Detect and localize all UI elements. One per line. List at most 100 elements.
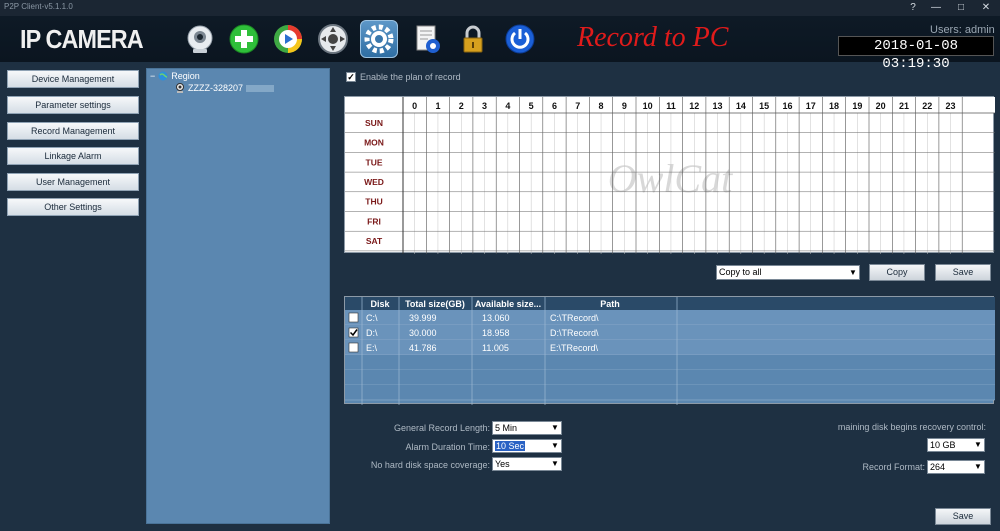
tree-node-region[interactable]: − Region (150, 71, 200, 81)
chevron-down-icon: ▼ (549, 458, 561, 470)
disk-path: E:\TRecord\ (550, 343, 599, 353)
day-label-sat: SAT (366, 236, 383, 246)
sidebar-item-linkage-alarm[interactable]: Linkage Alarm (7, 147, 139, 165)
copy-button[interactable]: Copy (869, 264, 925, 281)
enable-plan-row[interactable]: ✓ Enable the plan of record (346, 72, 461, 82)
hour-header-7: 7 (575, 101, 580, 111)
lock-icon[interactable] (454, 20, 492, 58)
watermark-text: OwlCat (608, 156, 733, 201)
sidebar-item-parameter-settings[interactable]: Parameter settings (7, 96, 139, 114)
recovery-control-select[interactable]: 10 GB ▼ (927, 438, 985, 452)
disk-row-bg (345, 355, 995, 370)
sidebar: Device Management Parameter settings Rec… (0, 62, 145, 531)
disk-name: C:\ (366, 313, 378, 323)
hour-header-3: 3 (482, 101, 487, 111)
disk-row-checkbox[interactable] (348, 312, 359, 323)
disk-row-bg (345, 370, 995, 385)
general-record-length-label: General Record Length: (393, 423, 490, 433)
day-label-mon: MON (364, 138, 384, 148)
log-icon[interactable] (408, 20, 446, 58)
disk-column-header: Path (600, 299, 620, 309)
help-button[interactable]: ? (905, 1, 921, 14)
hour-header-19: 19 (852, 101, 862, 111)
device-tree: − Region ZZZZ-328207 (146, 68, 330, 524)
header: IP CAMERA Record to PC Users: admin 2018… (0, 16, 1000, 72)
general-record-length-value: 5 Min (495, 423, 518, 433)
ptz-icon[interactable] (314, 20, 352, 58)
recovery-control-value: 10 GB (930, 440, 956, 450)
hour-header-1: 1 (435, 101, 440, 111)
window-titlebar: P2P Client-v5.1.1.0 ? — □ ✕ (0, 0, 1000, 16)
general-record-length-select[interactable]: 5 Min ▼ (492, 421, 562, 435)
save-schedule-button[interactable]: Save (935, 264, 991, 281)
datetime-display: 2018-01-08 03:19:30 (838, 36, 994, 72)
disk-table: Disk Total size(GB) Available size... Path C… (344, 296, 995, 405)
hour-header-0: 0 (412, 101, 417, 111)
tree-node-label: Region (171, 71, 200, 81)
disk-available-size: 11.005 (482, 343, 509, 353)
disk-total-size: 41.786 (409, 343, 437, 353)
sidebar-item-record-management[interactable]: Record Management (7, 122, 139, 140)
disk-available-size: 13.060 (482, 313, 510, 323)
hour-header-2: 2 (459, 101, 464, 111)
power-icon[interactable] (501, 20, 539, 58)
minimize-button[interactable]: — (928, 1, 944, 14)
page-banner: Record to PC (577, 22, 729, 53)
enable-plan-checkbox[interactable]: ✓ (346, 72, 356, 82)
settings-icon[interactable] (360, 20, 398, 58)
close-button[interactable]: ✕ (978, 1, 994, 14)
disk-column-header: Available size... (475, 299, 541, 309)
hour-header-16: 16 (782, 101, 792, 111)
disk-row-bg (345, 340, 995, 355)
disk-total-size: 30.000 (409, 328, 437, 338)
disk-row-bg (345, 310, 995, 325)
record-schedule-grid[interactable]: OwlCat 0 1 2 3 4 5 6 7 8 9 10 11 12 13 14 15 16 17 18 19 20 21… (344, 96, 995, 254)
alarm-duration-label: Alarm Duration Time: (405, 442, 490, 452)
record-format-label: Record Format: (862, 462, 925, 472)
hour-header-13: 13 (713, 101, 723, 111)
chevron-down-icon: ▼ (847, 266, 859, 279)
maximize-button[interactable]: □ (953, 1, 969, 14)
device-camera-icon (176, 83, 184, 93)
blurred-device-suffix (246, 84, 275, 92)
chevron-down-icon: ▼ (972, 461, 984, 473)
globe-icon (158, 71, 168, 81)
disk-table-svg: Disk Total size(GB) Available size... PathC… (345, 297, 995, 405)
hour-header-20: 20 (876, 101, 886, 111)
playback-icon[interactable] (269, 20, 307, 58)
disk-path: D:\TRecord\ (550, 328, 599, 338)
alarm-duration-select[interactable]: 10 Sec ▼ (492, 439, 562, 453)
add-icon[interactable] (225, 20, 263, 58)
copy-target-select[interactable]: Copy to all ▼ (716, 265, 860, 280)
chevron-down-icon: ▼ (549, 440, 561, 452)
disk-row-checkbox[interactable] (348, 342, 359, 353)
day-label-wed: WED (364, 177, 384, 187)
hour-header-8: 8 (599, 101, 604, 111)
disk-row-bg (345, 385, 995, 400)
save-options-button[interactable]: Save (935, 508, 991, 525)
alarm-duration-value: 10 Sec (495, 441, 526, 451)
hour-header-23: 23 (946, 101, 956, 111)
schedule-grid-svg[interactable]: OwlCat0 1 2 3 4 5 6 7 8 9 10 11 12 13 14 15 16 17 18 19 20 21… (345, 97, 995, 254)
record-format-value: 264 (930, 462, 946, 472)
day-label-fri: FRI (367, 216, 381, 226)
disk-name: D:\ (366, 328, 378, 338)
no-space-coverage-value: Yes (495, 459, 510, 469)
disk-row-bg (345, 325, 995, 340)
enable-plan-label: Enable the plan of record (360, 72, 461, 82)
record-format-select[interactable]: 264 ▼ (927, 460, 985, 474)
no-space-coverage-select[interactable]: Yes ▼ (492, 457, 562, 471)
day-label-tue: TUE (366, 157, 383, 167)
collapse-toggle[interactable]: − (150, 71, 155, 81)
hour-header-10: 10 (643, 101, 653, 111)
hour-header-21: 21 (899, 101, 909, 111)
recovery-control-label: maining disk begins recovery control: (837, 422, 986, 432)
sidebar-item-user-management[interactable]: User Management (7, 173, 139, 191)
sidebar-item-other-settings[interactable]: Other Settings (7, 198, 139, 216)
tree-node-device[interactable]: ZZZZ-328207 (175, 83, 275, 93)
disk-column-header: Total size(GB) (405, 299, 465, 309)
camera-icon[interactable] (181, 20, 219, 58)
no-space-coverage-label: No hard disk space coverage: (370, 460, 490, 470)
hour-header-9: 9 (622, 101, 627, 111)
sidebar-item-device-management[interactable]: Device Management (7, 70, 139, 88)
